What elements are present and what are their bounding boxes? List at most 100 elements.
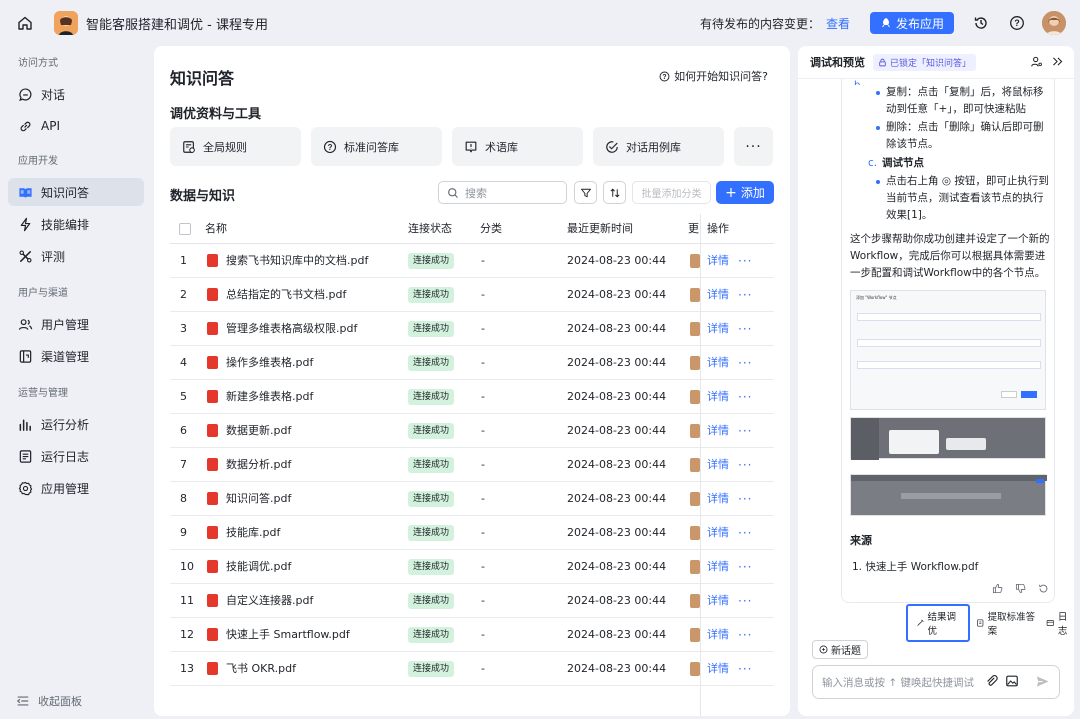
user-settings-icon[interactable]	[1030, 55, 1043, 68]
select-all-checkbox[interactable]	[179, 223, 191, 235]
detail-link[interactable]: 详情	[707, 584, 729, 618]
result-tuning-button[interactable]: 结果调优	[906, 604, 970, 642]
detail-link[interactable]: 详情	[707, 448, 729, 482]
flash-icon	[20, 217, 31, 231]
send-icon[interactable]	[1035, 674, 1050, 689]
thumbs-down-icon[interactable]	[1015, 583, 1026, 594]
column-operations: 操作	[707, 222, 729, 235]
table-row[interactable]: 8 知识问答.pdf 连接成功 - 2024-08-23 00:44 详情 ···	[170, 482, 774, 516]
new-topic-button[interactable]: 新话题	[812, 640, 868, 659]
log-button[interactable]: 日志	[1046, 609, 1074, 637]
sidebar-item-app-management[interactable]: 应用管理	[8, 474, 144, 502]
home-icon[interactable]	[14, 12, 36, 34]
detail-link[interactable]: 详情	[707, 278, 729, 312]
add-button[interactable]: + 添加	[716, 181, 774, 204]
sidebar-item-logs[interactable]: 运行日志	[8, 442, 144, 470]
table-row[interactable]: 7 数据分析.pdf 连接成功 - 2024-08-23 00:44 详情 ···	[170, 448, 774, 482]
category-cell: -	[481, 254, 485, 267]
row-more-button[interactable]: ···	[738, 550, 752, 584]
sidebar-item-analytics[interactable]: 运行分析	[8, 410, 144, 438]
extract-answer-button[interactable]: 提取标准答案	[976, 609, 1036, 637]
sidebar-item-evaluation[interactable]: 评测	[8, 242, 144, 270]
row-more-button[interactable]: ···	[738, 448, 752, 482]
detail-link[interactable]: 详情	[707, 312, 729, 346]
detail-link[interactable]: 详情	[707, 346, 729, 380]
detail-link[interactable]: 详情	[707, 414, 729, 448]
row-more-button[interactable]: ···	[738, 652, 752, 686]
tool-standard-qa[interactable]: ? 标准问答库	[311, 127, 442, 166]
bullet-copy: 复制：点击「复制」后，将鼠标移动到任意「+」，即可快速粘贴	[886, 86, 1044, 115]
table-row[interactable]: 6 数据更新.pdf 连接成功 - 2024-08-23 00:44 详情 ···	[170, 414, 774, 448]
search-input[interactable]: 搜索	[438, 181, 567, 204]
detail-link[interactable]: 详情	[707, 550, 729, 584]
attachment-icon[interactable]	[985, 674, 999, 688]
row-more-button[interactable]: ···	[738, 414, 752, 448]
table-row[interactable]: 9 技能库.pdf 连接成功 - 2024-08-23 00:44 详情 ···	[170, 516, 774, 550]
file-name: 新建多维表格.pdf	[226, 390, 314, 403]
top-bar: 智能客服搭建和调优 - 课程专用 有待发布的内容变更： 查看 发布应用 ?	[0, 0, 1080, 46]
row-more-button[interactable]: ···	[738, 516, 752, 550]
row-more-button[interactable]: ···	[738, 380, 752, 414]
sidebar-item-api[interactable]: API	[8, 112, 144, 140]
image-icon[interactable]	[1005, 674, 1019, 688]
filter-button[interactable]	[574, 181, 597, 204]
book-icon	[19, 187, 32, 198]
source-item-link[interactable]: 1. 快速上手 Workflow.pdf	[852, 559, 978, 576]
row-more-button[interactable]: ···	[738, 584, 752, 618]
detail-link[interactable]: 详情	[707, 380, 729, 414]
sidebar-item-skills[interactable]: 技能编排	[8, 210, 144, 238]
regenerate-icon[interactable]	[1038, 583, 1049, 594]
sidebar-item-chat[interactable]: 对话	[8, 80, 144, 108]
collapse-right-icon[interactable]	[1051, 55, 1064, 68]
table-row[interactable]: 10 技能调优.pdf 连接成功 - 2024-08-23 00:44 详情 ···	[170, 550, 774, 584]
row-more-button[interactable]: ···	[738, 482, 752, 516]
row-more-button[interactable]: ···	[738, 346, 752, 380]
tool-dialogue-cases[interactable]: 对话用例库	[593, 127, 724, 166]
new-topic-label: 新话题	[831, 646, 861, 657]
view-changes-link[interactable]: 查看	[826, 15, 850, 32]
table-row[interactable]: 3 管理多维表格高级权限.pdf 连接成功 - 2024-08-23 00:44 详情 ··…	[170, 312, 774, 346]
source-title: 来源	[850, 534, 872, 547]
updater-avatar	[690, 628, 700, 642]
table-row[interactable]: 11 自定义连接器.pdf 连接成功 - 2024-08-23 00:44 详情 ···	[170, 584, 774, 618]
link-icon	[20, 121, 31, 131]
sort-button[interactable]	[603, 181, 626, 204]
tool-global-rules[interactable]: 全局规则	[170, 127, 301, 166]
sidebar-item-channels[interactable]: 渠道管理	[8, 342, 144, 370]
table-row[interactable]: 1 搜索飞书知识库中的文档.pdf 连接成功 - 2024-08-23 00:44 详情 ·…	[170, 244, 774, 278]
detail-link[interactable]: 详情	[707, 516, 729, 550]
check-circle-icon	[606, 140, 618, 153]
row-more-button[interactable]: ···	[738, 618, 752, 652]
file-name: 快速上手 Smartflow.pdf	[226, 628, 350, 641]
screenshot-caption: 添加 "Workflow" 节点	[856, 295, 897, 300]
table-row[interactable]: 13 飞书 OKR.pdf 连接成功 - 2024-08-23 00:44 详情 ···	[170, 652, 774, 686]
history-icon[interactable]	[970, 12, 992, 34]
row-more-button[interactable]: ···	[738, 244, 752, 278]
updater-avatar	[690, 492, 700, 506]
batch-add-category-button[interactable]: 批量添加分类	[632, 181, 711, 204]
summary-paragraph: 这个步骤帮助你成功创建并设定了一个新的Workflow，完成后你可以根据具体需要…	[850, 233, 1050, 279]
chat-input[interactable]: 输入消息或按 ↑ 键唤起快捷调试	[812, 665, 1060, 699]
table-row[interactable]: 12 快速上手 Smartflow.pdf 连接成功 - 2024-08-23 00:4…	[170, 618, 774, 652]
publish-button[interactable]: 发布应用	[869, 12, 954, 34]
table-row[interactable]: 5 新建多维表格.pdf 连接成功 - 2024-08-23 00:44 详情 ···	[170, 380, 774, 414]
updated-time: 2024-08-23 00:44	[567, 526, 667, 539]
table-row[interactable]: 2 总结指定的飞书文档.pdf 连接成功 - 2024-08-23 00:44 详情 ···	[170, 278, 774, 312]
detail-link[interactable]: 详情	[707, 482, 729, 516]
row-more-button[interactable]: ···	[738, 278, 752, 312]
row-more-button[interactable]: ···	[738, 312, 752, 346]
tools-more-button[interactable]: ···	[734, 127, 773, 166]
sidebar-item-knowledge-qa[interactable]: 知识问答	[8, 178, 144, 206]
detail-link[interactable]: 详情	[707, 652, 729, 686]
help-icon[interactable]: ?	[1006, 12, 1028, 34]
detail-link[interactable]: 详情	[707, 244, 729, 278]
pdf-file-icon	[207, 288, 218, 301]
tool-glossary[interactable]: 术语库	[452, 127, 583, 166]
help-link[interactable]: ? 如何开始知识问答?	[659, 68, 768, 84]
sidebar-item-users[interactable]: 用户管理	[8, 310, 144, 338]
detail-link[interactable]: 详情	[707, 618, 729, 652]
table-row[interactable]: 4 操作多维表格.pdf 连接成功 - 2024-08-23 00:44 详情 ···	[170, 346, 774, 380]
thumbs-up-icon[interactable]	[992, 583, 1003, 594]
user-avatar[interactable]	[1042, 11, 1066, 35]
collapse-panel-button[interactable]: 收起面板	[16, 693, 82, 709]
